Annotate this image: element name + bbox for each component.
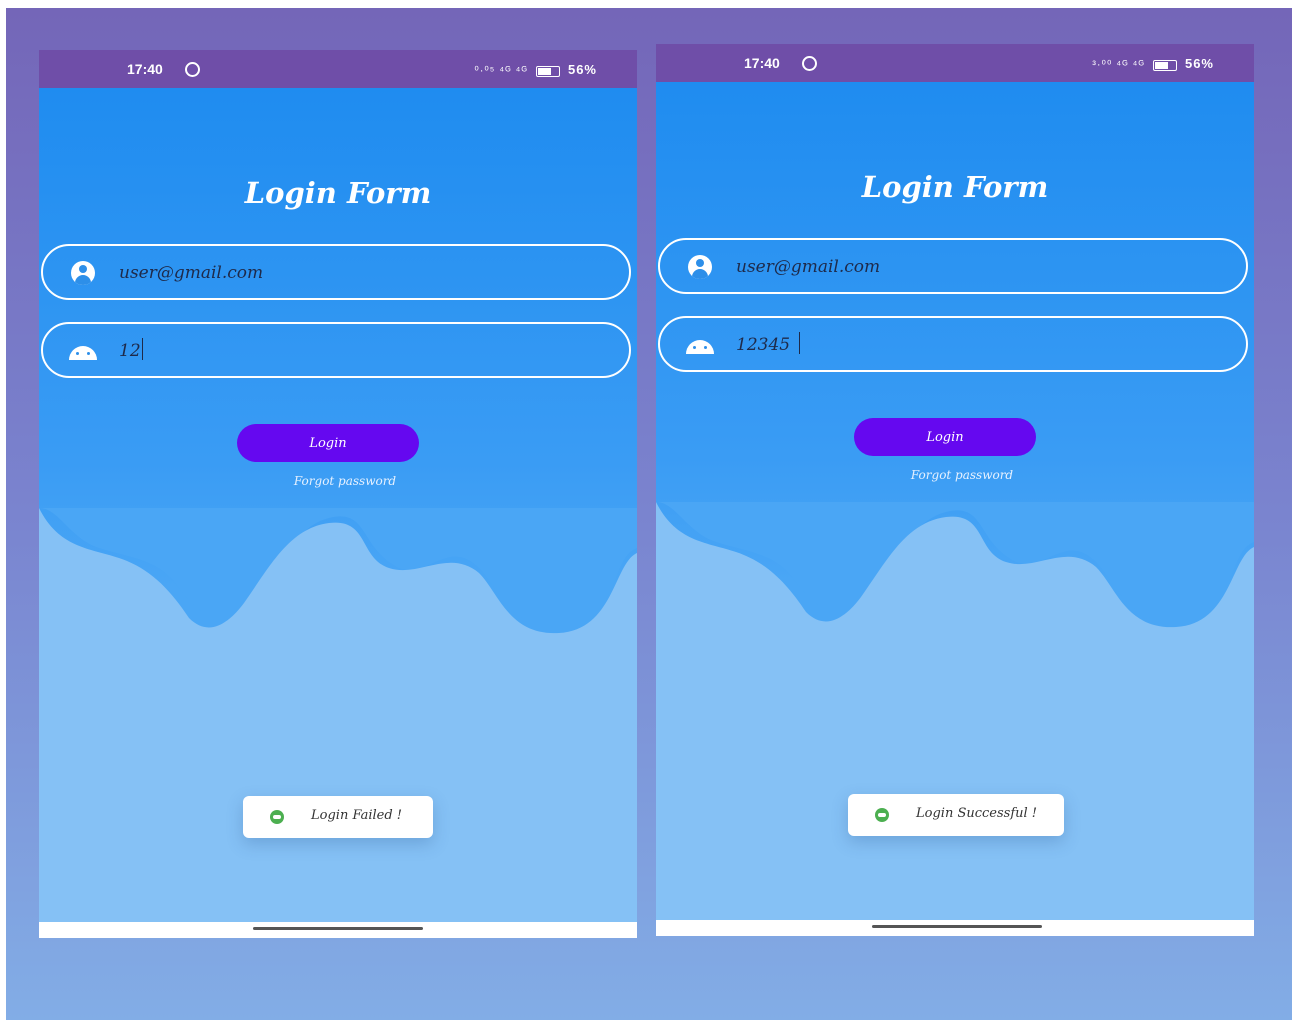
toast-text: Login Successful ! [916,806,1038,821]
network-icons: ³·⁰⁰ ⁴ᴳ ⁴ᴳ [1092,59,1145,71]
text-cursor [142,338,143,360]
app-screen: Login Form Login Forgot password Login S… [656,82,1254,916]
background-canvas: 17:40 ⁰·⁰⁵ ⁴ᴳ ⁴ᴳ 56% Login Form user@gma… [6,8,1292,1020]
password-field[interactable] [41,322,631,378]
navigation-bar [656,920,1254,936]
battery-icon [1152,59,1177,71]
password-field[interactable] [658,316,1248,372]
navigation-bar [39,922,637,938]
app-screen: Login Form Login Forgot password Login F… [39,88,637,922]
app-icon [875,808,889,822]
phone-screen-login-failed: 17:40 ⁰·⁰⁵ ⁴ᴳ ⁴ᴳ 56% Login Form user@gma… [39,50,637,938]
home-indicator[interactable] [253,927,423,930]
page-title: Login Form [861,170,1049,204]
toast-message: Login Failed ! [243,796,433,838]
status-time: 17:40 [127,61,163,77]
status-icons: ³·⁰⁰ ⁴ᴳ ⁴ᴳ 56% [1092,56,1214,71]
battery-percent: 56% [567,62,597,77]
page-title: Login Form [244,176,432,210]
user-icon [71,261,95,285]
forgot-password-link[interactable]: Forgot password [862,468,1062,482]
wave-decoration [656,502,1254,732]
home-indicator[interactable] [872,925,1042,928]
email-input[interactable] [734,252,1218,282]
login-button[interactable]: Login [237,424,419,462]
whatsapp-icon [802,56,817,71]
phone-screen-login-successful: 17:40 ³·⁰⁰ ⁴ᴳ ⁴ᴳ 56% Login Form user@gma… [656,44,1254,936]
password-input[interactable] [117,336,601,366]
forgot-password-link[interactable]: Forgot password [245,474,445,488]
login-button[interactable]: Login [854,418,1036,456]
battery-percent: 56% [1184,56,1214,71]
toast-message: Login Successful ! [848,794,1064,836]
email-field[interactable] [41,244,631,300]
status-icons: ⁰·⁰⁵ ⁴ᴳ ⁴ᴳ 56% [474,62,597,77]
app-icon [270,810,284,824]
battery-icon [535,65,560,77]
toast-text: Login Failed ! [311,808,403,823]
whatsapp-icon [185,62,200,77]
status-time: 17:40 [744,55,780,71]
wave-decoration [39,508,637,738]
android-icon [69,346,97,360]
network-icons: ⁰·⁰⁵ ⁴ᴳ ⁴ᴳ [474,65,528,77]
status-bar: 17:40 ⁰·⁰⁵ ⁴ᴳ ⁴ᴳ 56% [39,50,637,88]
email-field[interactable] [658,238,1248,294]
user-icon [688,255,712,279]
password-input[interactable] [734,330,1218,360]
email-input[interactable] [117,258,601,288]
text-cursor [799,332,800,354]
status-bar: 17:40 ³·⁰⁰ ⁴ᴳ ⁴ᴳ 56% [656,44,1254,82]
android-icon [686,340,714,354]
